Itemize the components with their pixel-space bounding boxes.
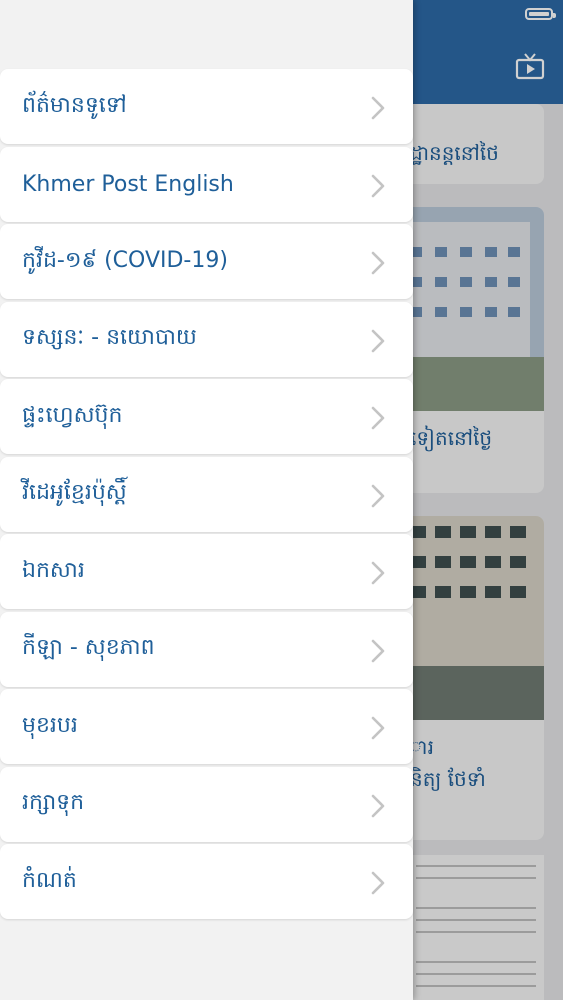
drawer-menu-item[interactable]: ទស្សនៈ - នយោបាយ [0,301,413,377]
drawer-menu: ព័ត៌មានទូទៅ Khmer Post English កូវីដ-១៩ (C… [0,69,413,922]
drawer-menu-item-label: រក្សាទុក [22,790,85,815]
drawer-menu-item[interactable]: កីឡា - សុខភាព [0,611,413,687]
drawer-menu-item-label: កីឡា - សុខភាព [22,635,155,660]
drawer-menu-item[interactable]: ព័ត៌មានទូទៅ [0,69,413,144]
drawer-menu-item-label: វីដេអូខ្មែរប៉ុស្តិ៍ [22,480,127,505]
drawer-menu-item-label: ផ្ទះហ្វេសប៊ុក [22,402,123,428]
drawer-menu-item-label: ព័ត៌មានទូទៅ [22,92,127,118]
drawer-menu-item-label: ទស្សនៈ - នយោបាយ [22,325,197,350]
chevron-right-icon [371,716,385,740]
drawer-menu-item[interactable]: មុខរបរ [0,689,413,764]
chevron-right-icon [371,639,385,663]
drawer-menu-item[interactable]: កំណត់ [0,844,413,919]
chevron-right-icon [371,794,385,818]
navigation-drawer: ព័ត៌មានទូទៅ Khmer Post English កូវីដ-១៩ (C… [0,0,413,1000]
chevron-right-icon [371,871,385,895]
drawer-menu-item-label: មុខរបរ [22,712,78,738]
drawer-menu-item[interactable]: រក្សាទុក [0,766,413,842]
drawer-menu-item[interactable]: វីដេអូខ្មែរប៉ុស្តិ៍ [0,456,413,532]
drawer-menu-item[interactable]: កូវីដ-១៩ (COVID-19) [0,224,413,299]
chevron-right-icon [371,561,385,585]
drawer-menu-item[interactable]: ឯកសារ [0,534,413,609]
drawer-menu-item[interactable]: Khmer Post English [0,146,413,222]
chevron-right-icon [371,96,385,120]
chevron-right-icon [371,329,385,353]
drawer-menu-item-label: កូវីដ-១៩ (COVID-19) [22,247,228,273]
chevron-right-icon [371,484,385,508]
chevron-right-icon [371,406,385,430]
drawer-menu-item-label: ឯកសារ [22,557,85,583]
chevron-right-icon [371,251,385,275]
chevron-right-icon [371,174,385,198]
drawer-menu-item-label: Khmer Post English [22,171,234,197]
drawer-menu-item[interactable]: ផ្ទះហ្វេសប៊ុក [0,379,413,454]
drawer-menu-item-label: កំណត់ [22,867,77,893]
